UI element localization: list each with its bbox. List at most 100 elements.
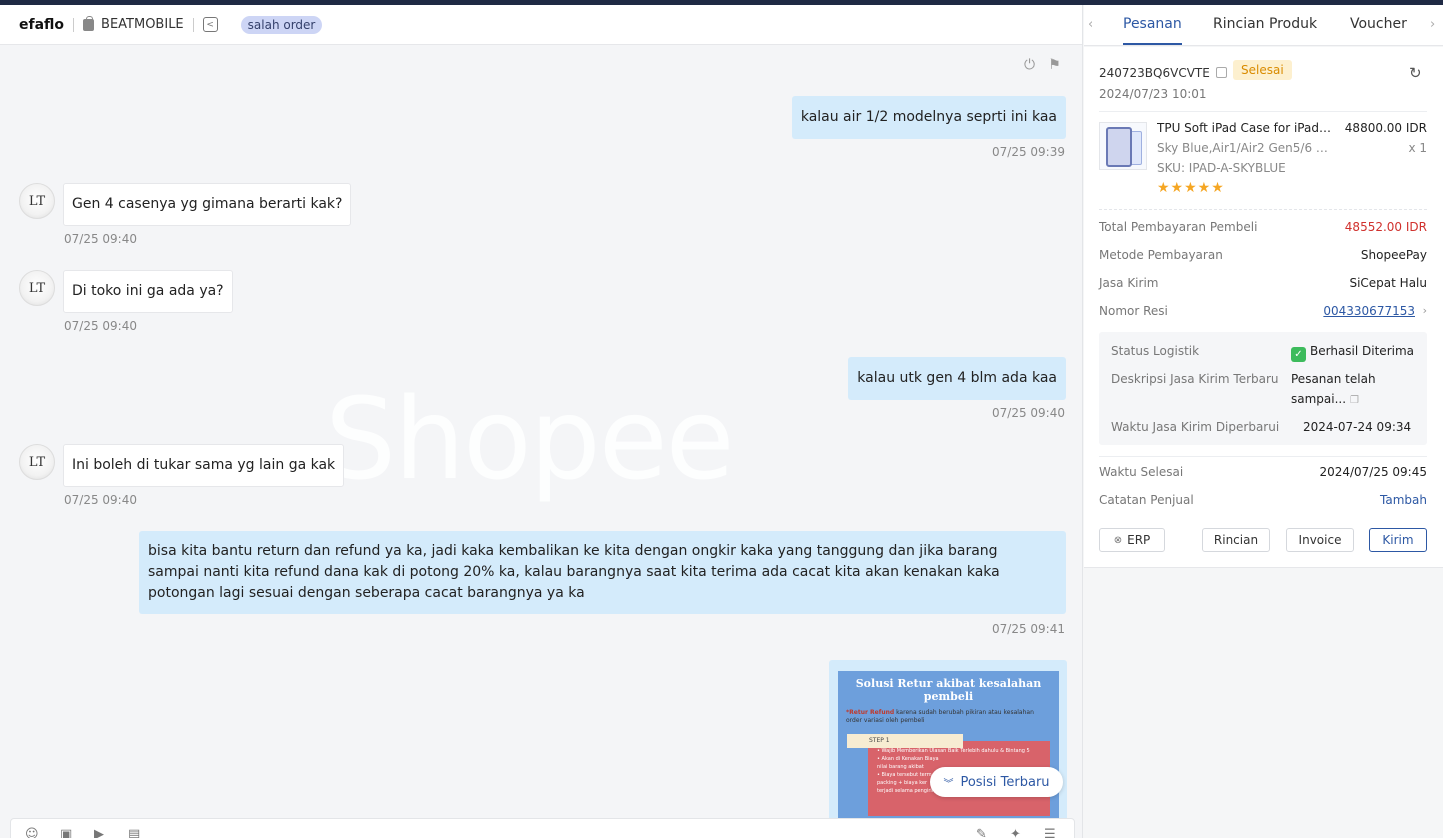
outgoing-message[interactable]: kalau air 1/2 modelnya seprti ini kaa <box>791 96 1066 139</box>
share-icon[interactable]: < <box>202 17 218 32</box>
erp-icon: ⊗ <box>1113 534 1123 546</box>
image-rule: • Wajib Memberikan Ulasan Baik Terlebih … <box>877 748 1030 754</box>
outgoing-message[interactable]: kalau utk gen 4 blm ada kaa <box>848 357 1066 400</box>
logistics-updated-value: 2024-07-24 09:34 <box>1303 420 1412 434</box>
conversation-tag[interactable]: salah order <box>240 15 323 34</box>
image-upload-icon[interactable]: ▣ <box>60 827 76 838</box>
power-icon[interactable]: ⏻ <box>1021 57 1038 74</box>
chevron-left-icon[interactable]: ‹ <box>1088 17 1093 32</box>
tab-voucher[interactable]: Voucher <box>1350 16 1407 32</box>
logistics-desc-line: Pesanan telah <box>1291 372 1376 386</box>
order-panel: ‹ Pesanan Rincian Produk Voucher › 24072… <box>1084 5 1443 838</box>
order-date: 2024/07/23 10:01 <box>1099 87 1207 101</box>
header-separator <box>73 17 75 32</box>
panel-tabs: ‹ Pesanan Rincian Produk Voucher › <box>1084 5 1443 46</box>
image-title: Solusi Retur akibat kesalahan pembeli <box>838 671 1059 703</box>
outgoing-message-long[interactable]: bisa kita bantu return dan refund ya ka,… <box>139 531 1066 614</box>
message-time: 07/25 09:40 <box>64 319 137 333</box>
completed-time-value: 2024/07/25 09:45 <box>1319 465 1427 479</box>
return-solution-image[interactable]: Solusi Retur akibat kesalahan pembeli *R… <box>838 671 1059 821</box>
latest-position-button[interactable]: ︾ Posisi Terbaru <box>930 767 1063 797</box>
invoice-button[interactable]: Invoice <box>1286 528 1354 552</box>
product-sku: SKU: IPAD-A-SKYBLUE <box>1157 161 1286 175</box>
buyer-avatar[interactable]: LT <box>19 444 55 480</box>
logistics-status-value: ✓ Berhasil Diterima <box>1291 341 1414 362</box>
tab-pesanan[interactable]: Pesanan <box>1123 16 1182 32</box>
image-message[interactable]: Solusi Retur akibat kesalahan pembeli *R… <box>829 660 1067 838</box>
erp-label: ERP <box>1127 533 1151 547</box>
divider <box>1099 456 1427 457</box>
incoming-message[interactable]: Ini boleh di tukar sama yg lain ga kak <box>63 444 345 487</box>
emoji-icon[interactable]: ☺ <box>25 827 41 838</box>
chevron-right-icon[interactable]: › <box>1430 17 1435 32</box>
message-time: 07/25 09:40 <box>992 406 1065 420</box>
header-separator <box>192 17 194 32</box>
message-line: sampai nanti kita refund dana kak di pot… <box>148 564 1000 580</box>
total-payment-value: 48552.00 IDR <box>1344 220 1427 234</box>
image-title-line: pembeli <box>923 690 974 703</box>
logistics-box: Status Logistik ✓ Berhasil Diterima Deskr… <box>1099 332 1427 445</box>
image-rule: • Akan di Kenakan Biaya <box>877 756 939 762</box>
total-payment-label: Total Pembayaran Pembeli <box>1099 220 1258 234</box>
add-note-link[interactable]: Tambah <box>1380 493 1427 507</box>
incoming-message[interactable]: Di toko ini ga ada ya? <box>63 270 233 313</box>
logistics-updated-label: Waktu Jasa Kirim Diperbarui <box>1111 420 1280 434</box>
chevron-right-icon[interactable]: › <box>1423 304 1427 317</box>
tab-rincian-produk[interactable]: Rincian Produk <box>1213 16 1317 32</box>
image-subtitle-bold: *Retur Refund <box>846 709 895 716</box>
message-time: 07/25 09:39 <box>992 145 1065 159</box>
refresh-icon[interactable]: ↻ <box>1409 64 1422 82</box>
image-step-label: STEP 1 <box>847 734 963 748</box>
detail-button[interactable]: Rincian <box>1202 528 1270 552</box>
message-time: 07/25 09:41 <box>992 622 1065 636</box>
payment-method-label: Metode Pembayaran <box>1099 248 1223 262</box>
message-input-toolbar[interactable]: ☺ ▣ ▶ ▤ ✎ ✦ ☰ <box>10 818 1075 838</box>
completed-time-label: Waktu Selesai <box>1099 465 1184 479</box>
incoming-message[interactable]: Gen 4 casenya yg gimana berarti kak? <box>63 183 352 226</box>
chat-tools: ⏻ ⚑ <box>1021 57 1063 74</box>
image-rule: packing + biaya ker <box>877 780 928 786</box>
erp-button[interactable]: ⊗ ERP <box>1099 528 1165 552</box>
product-name[interactable]: TPU Soft iPad Case for iPad Air <box>1157 121 1332 135</box>
ship-button[interactable]: Kirim <box>1369 528 1427 552</box>
image-rule: nilai barang akibat <box>877 764 924 770</box>
product-card-icon[interactable]: ▤ <box>128 827 144 838</box>
product-thumbnail[interactable] <box>1099 122 1147 170</box>
tracking-number-label: Nomor Resi <box>1099 304 1168 318</box>
product-variation: Sky Blue,Air1/Air2 Gen5/6 9.7 <box>1157 141 1332 155</box>
rating-stars: ★★★★★ <box>1157 180 1225 196</box>
divider <box>1099 111 1427 112</box>
double-chevron-down-icon: ︾ <box>943 778 954 790</box>
video-upload-icon[interactable]: ▶ <box>94 827 110 838</box>
seller-note-label: Catatan Penjual <box>1099 493 1194 507</box>
product-thumbnail-front <box>1106 127 1132 167</box>
bookmark-icon[interactable]: ⚑ <box>1046 57 1063 74</box>
logistics-status-label: Status Logistik <box>1111 344 1200 358</box>
product-price: 48800.00 IDR <box>1344 121 1427 135</box>
buyer-name[interactable]: efaflo <box>19 17 64 33</box>
message-time: 07/25 09:40 <box>64 232 137 246</box>
copy-icon[interactable] <box>1216 67 1227 78</box>
check-icon: ✓ <box>1291 347 1306 362</box>
image-subtitle: *Retur Refund karena sudah berubah pikir… <box>838 703 1059 725</box>
order-status-badge: Selesai <box>1233 60 1292 80</box>
menu-icon[interactable]: ☰ <box>1044 827 1060 838</box>
message-time: 07/25 09:40 <box>64 493 137 507</box>
shopee-watermark: Shopee <box>325 375 735 505</box>
tracking-number-link[interactable]: 004330677153 <box>1323 304 1415 318</box>
product-quantity: x 1 <box>1408 141 1427 155</box>
edit-icon[interactable]: ✎ <box>976 827 992 838</box>
buyer-avatar[interactable]: LT <box>19 183 55 219</box>
order-id: 240723BQ6VCVTE <box>1099 66 1210 80</box>
copy-icon[interactable]: ❐ <box>1350 395 1359 406</box>
image-title-line: Solusi Retur akibat kesalahan <box>855 677 1042 690</box>
shop-name: BEATMOBILE <box>101 17 184 32</box>
courier-label: Jasa Kirim <box>1099 276 1159 290</box>
buyer-avatar[interactable]: LT <box>19 270 55 306</box>
chat-header: efaflo BEATMOBILE < salah order <box>0 5 1082 45</box>
ai-assist-icon[interactable]: ✦ <box>1010 827 1026 838</box>
shop-bag-icon <box>83 15 95 31</box>
divider <box>1099 209 1427 210</box>
active-tab-indicator <box>1123 43 1182 45</box>
courier-value: SiCepat Halu <box>1349 276 1427 290</box>
